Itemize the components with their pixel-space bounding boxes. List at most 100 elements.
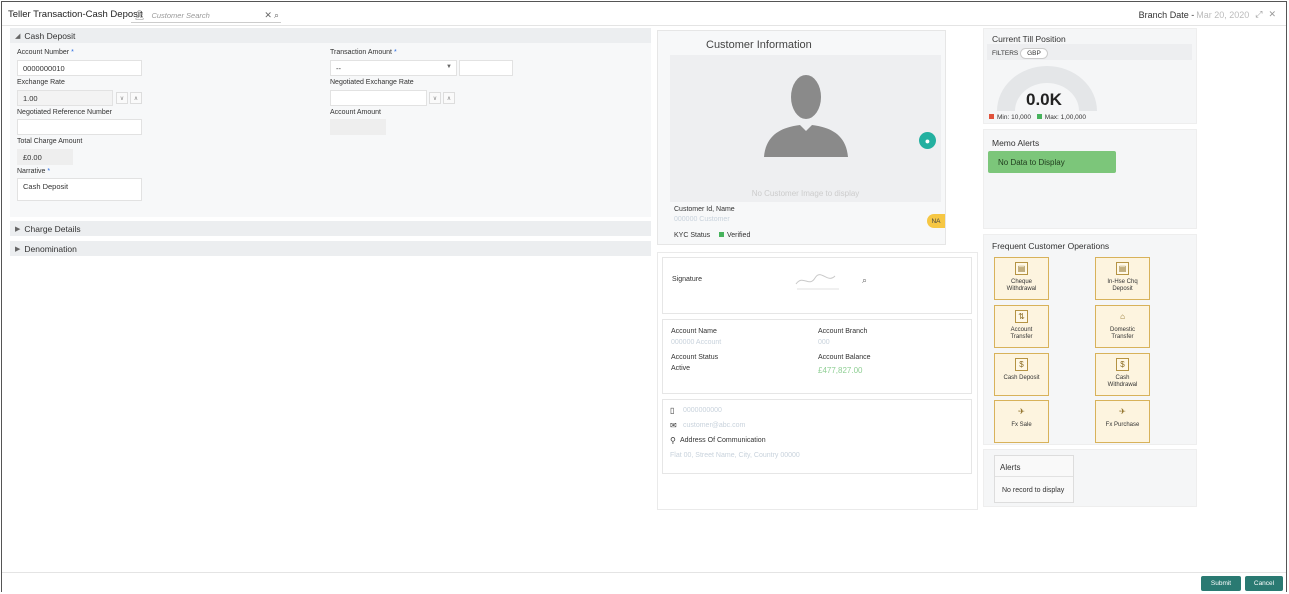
- account-details-card: Account Name 000000 Account Account Bran…: [662, 319, 972, 394]
- exchange-rate-up-icon[interactable]: ∧: [130, 92, 142, 104]
- expand-arrow-icon: ▶: [15, 245, 21, 253]
- phone-value: 0000000000: [683, 407, 722, 414]
- collapse-icon: ◢: [15, 32, 21, 40]
- top-bar: Teller Transaction-Cash Deposit 👤︎ Custo…: [2, 2, 1286, 26]
- account-number-label: Account Number *: [17, 49, 74, 56]
- narrative-input[interactable]: Cash Deposit: [17, 178, 142, 201]
- account-branch-label: Account Branch: [818, 328, 868, 335]
- customer-information-card: Customer Information No Customer Image t…: [657, 30, 946, 245]
- till-max: Max: 1,00,000: [1044, 114, 1086, 121]
- frequent-operations-card: Frequent Customer Operations ▤ Cheque Wit…: [983, 234, 1197, 445]
- transaction-currency-value: --: [336, 64, 341, 73]
- negotiated-exchange-rate-label: Negotiated Exchange Rate: [330, 79, 414, 86]
- address-value: Flat 00, Street Name, City, Country 0000…: [670, 452, 800, 459]
- memo-alerts-title: Memo Alerts: [992, 138, 1040, 148]
- na-badge: NA: [927, 214, 945, 228]
- cash-withdrawal-tile[interactable]: $ Cash Withdrawal: [1095, 353, 1150, 396]
- charge-details-section-header[interactable]: ▶ Charge Details: [10, 221, 651, 236]
- negotiated-rate-up-icon[interactable]: ∧: [443, 92, 455, 104]
- search-icon[interactable]: ⌕: [274, 10, 279, 21]
- account-status-label: Account Status: [671, 354, 719, 361]
- min-dot-icon: [989, 114, 994, 120]
- alerts-divider: [995, 476, 1073, 477]
- fx-purchase-icon: ✈: [1119, 407, 1126, 416]
- phone-icon: ▯: [670, 406, 675, 415]
- kyc-status: Verified: [719, 232, 750, 239]
- domestic-transfer-tile[interactable]: ⌂ Domestic Transfer: [1095, 305, 1150, 348]
- denomination-section-header[interactable]: ▶ Denomination: [10, 241, 651, 256]
- kyc-status-label: KYC Status: [674, 232, 711, 239]
- contact-card: ▯ 0000000000 ✉ customer@abc.com ⚲ Addres…: [662, 399, 972, 474]
- transaction-form: ◢ Cash Deposit Account Number * 00000000…: [10, 28, 651, 256]
- currency-chip[interactable]: GBP: [1020, 48, 1048, 59]
- signature-label: Signature: [672, 276, 702, 283]
- cash-withdrawal-icon: $: [1116, 358, 1129, 371]
- teller-window: Teller Transaction-Cash Deposit 👤︎ Custo…: [1, 1, 1287, 593]
- till-position-card: Current Till Position FILTERS GBP 0.0K M…: [983, 28, 1197, 124]
- kyc-status-value: Verified: [727, 232, 751, 239]
- cancel-button[interactable]: Cancel: [1245, 576, 1283, 591]
- account-transfer-icon: ⇅: [1015, 310, 1028, 323]
- account-transfer-tile[interactable]: ⇅ Account Transfer: [994, 305, 1049, 348]
- no-image-text: No Customer Image to display: [751, 189, 860, 198]
- account-number-value: 0000000010: [23, 64, 65, 73]
- denomination-title: Denomination: [24, 243, 77, 254]
- clear-icon[interactable]: ✕: [264, 10, 272, 21]
- submit-button[interactable]: Submit: [1201, 576, 1241, 591]
- customer-photo: No Customer Image to display ●: [670, 55, 941, 202]
- expand-arrow-icon: ▶: [15, 225, 21, 233]
- customer-search-input[interactable]: Customer Search: [151, 11, 264, 20]
- inhouse-cheque-icon: ▤: [1116, 262, 1129, 275]
- signature-zoom-icon[interactable]: ⌕: [862, 275, 867, 286]
- exchange-rate-down-icon[interactable]: ∨: [116, 92, 128, 104]
- account-balance-label: Account Balance: [818, 354, 871, 361]
- customer-id-label: Customer Id, Name: [674, 206, 735, 213]
- address-label: Address Of Communication: [680, 437, 766, 444]
- narrative-label: Narrative *: [17, 168, 51, 175]
- filters-label: FILTERS: [992, 50, 1019, 57]
- cash-deposit-section-header[interactable]: ◢ Cash Deposit: [10, 28, 651, 43]
- exchange-rate-label: Exchange Rate: [17, 79, 65, 86]
- till-min: Min: 10,000: [997, 114, 1031, 121]
- total-charge-input: £0.00: [17, 149, 73, 165]
- narrative-value: Cash Deposit: [23, 182, 69, 191]
- inhouse-cheque-deposit-tile[interactable]: ▤ In-Hse Chq Deposit: [1095, 257, 1150, 300]
- transaction-amount-input[interactable]: [459, 60, 513, 76]
- cheque-withdrawal-tile[interactable]: ▤ Cheque Withdrawal: [994, 257, 1049, 300]
- branch-date: Branch Date - Mar 20, 2020 ⤢ ✕: [1139, 9, 1276, 20]
- account-name-label: Account Name: [671, 328, 717, 335]
- microphone-icon[interactable]: ●: [919, 132, 936, 149]
- account-number-input[interactable]: 0000000010: [17, 60, 142, 76]
- signature-image: [795, 274, 839, 290]
- location-icon: ⚲: [670, 436, 676, 445]
- fx-purchase-tile[interactable]: ✈ Fx Purchase: [1095, 400, 1150, 443]
- memo-alerts-card: Memo Alerts No Data to Display: [983, 129, 1197, 229]
- charge-details-title: Charge Details: [24, 223, 81, 234]
- memo-no-data: No Data to Display: [988, 151, 1116, 173]
- close-icon[interactable]: ✕: [1268, 9, 1276, 20]
- email-value: customer@abc.com: [683, 422, 746, 429]
- till-legend: Min: 10,000 Max: 1,00,000: [989, 114, 1086, 121]
- cash-deposit-tile[interactable]: $ Cash Deposit: [994, 353, 1049, 396]
- total-charge-label: Total Charge Amount: [17, 138, 83, 145]
- alerts-card: Alerts No record to display: [983, 449, 1197, 507]
- negotiated-reference-input[interactable]: [17, 119, 142, 135]
- transaction-currency-select[interactable]: -- ▼: [330, 60, 457, 76]
- expand-icon[interactable]: ⤢: [1255, 9, 1262, 20]
- fx-sale-icon: ✈: [1018, 407, 1025, 416]
- page-title: Teller Transaction-Cash Deposit: [8, 9, 143, 20]
- cash-deposit-section-title: Cash Deposit: [24, 30, 76, 41]
- chevron-down-icon: ▼: [446, 64, 452, 70]
- branch-date-value: Mar 20, 2020: [1196, 9, 1250, 20]
- account-branch-value: 000: [818, 339, 830, 346]
- exchange-rate-input[interactable]: 1.00: [17, 90, 113, 106]
- bank-icon: ⌂: [1120, 312, 1125, 321]
- cash-deposit-body: Account Number * 0000000010 Transaction …: [10, 43, 651, 217]
- negotiated-rate-down-icon[interactable]: ∨: [429, 92, 441, 104]
- negotiated-exchange-rate-input[interactable]: [330, 90, 427, 106]
- person-placeholder-icon: [764, 75, 848, 157]
- customer-search-field[interactable]: 👤︎ Customer Search ✕ ⌕: [131, 9, 281, 23]
- total-charge-value: £0.00: [23, 153, 42, 162]
- fx-sale-tile[interactable]: ✈ Fx Sale: [994, 400, 1049, 443]
- alerts-title: Alerts: [1000, 463, 1021, 472]
